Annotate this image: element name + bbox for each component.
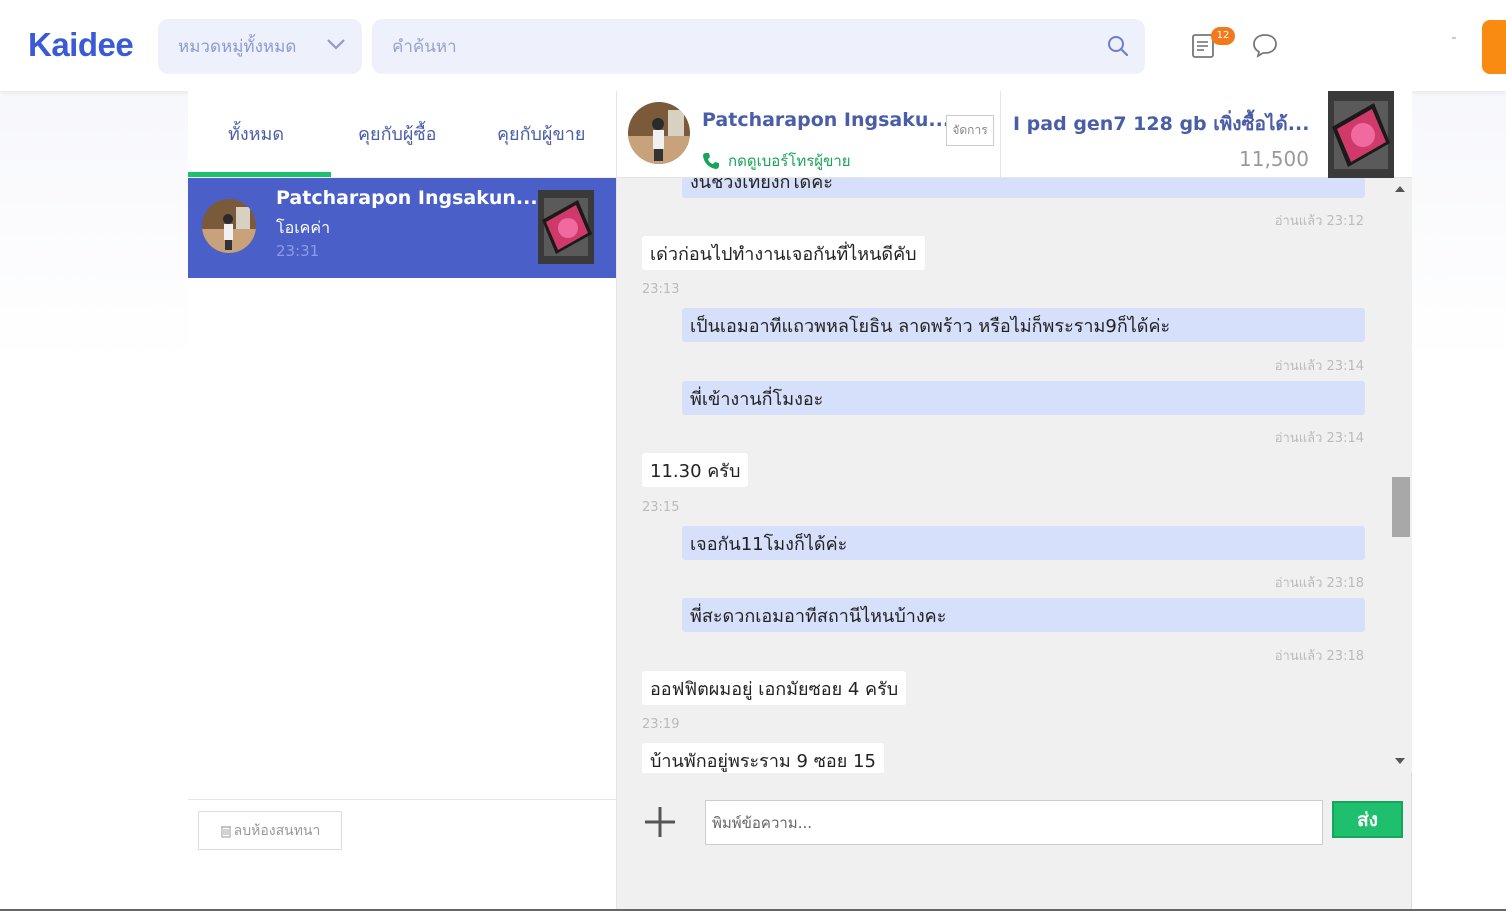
product-title[interactable]: I pad gen7 128 gb เพิ่งซื้อได้... [1013,109,1309,139]
delete-room-label: ลบห้องสนทนา [233,822,321,839]
product-thumbnail[interactable] [1328,91,1394,178]
chat-bubble-icon[interactable] [1251,31,1279,59]
message-outgoing: เจอกัน11โมงก็ได้ค่ะ [682,526,1365,560]
message-read-time: อ่านแล้ว 23:12 [1274,214,1364,229]
scroll-up-arrow-icon[interactable] [1395,186,1405,192]
tab-buyers[interactable]: คุยกับผู้ซื้อ [358,119,437,148]
conversation-last-message: โอเคค่า [276,218,331,237]
scrollbar[interactable] [1392,178,1412,773]
message-read-time: อ่านแล้ว 23:18 [1274,649,1364,664]
conversation-list-panel: ทั้งหมด คุยกับผู้ซื้อ คุยกับผู้ขาย Patch… [188,91,617,911]
message-read-time: อ่านแล้ว 23:14 [1274,359,1364,374]
message-incoming: ออฟฟิตผมอยู่ เอกมัยซอย 4 ครับ [642,671,907,705]
message-incoming: บ้านพักอยู่พระราม 9 ซอย 15 [642,743,884,773]
header-divider [1452,37,1456,39]
divider [188,799,616,800]
message-outgoing: พี่สะดวกเอมอาทีสถานีไหนบ้างคะ [682,598,1365,632]
conversation-item[interactable]: Patcharapon Ingsakun... โอเคค่า 23:31 [188,178,616,278]
message-time: 23:13 [642,282,680,297]
active-tab-indicator [188,172,331,177]
avatar [202,199,256,253]
scrollbar-thumb[interactable] [1392,477,1410,537]
message-read-time: อ่านแล้ว 23:18 [1274,576,1364,591]
divider [1000,91,1001,178]
product-thumbnail [538,190,594,264]
chat-header: Patcharapon Ingsaku... กดดูเบอร์โทรผู้ขา… [617,91,1412,178]
category-dropdown[interactable]: หมวดหมู่ทั้งหมด [158,19,362,74]
search-input[interactable]: คำค้นหา [392,33,457,60]
message-outgoing: เป็นเอมอาทีแถวพหลโยธิน ลาดพร้าว หรือไม่ก… [682,308,1365,342]
avatar[interactable] [628,102,690,164]
top-header: Kaidee หมวดหมู่ทั้งหมด คำค้นหา 12 [0,0,1506,91]
manage-button[interactable]: จัดการ [946,115,994,146]
post-ad-button[interactable] [1482,20,1506,74]
tab-sellers[interactable]: คุยกับผู้ขาย [497,119,585,148]
message-incoming: 11.30 ครับ [642,453,749,487]
message-time: 23:19 [642,717,680,732]
show-phone-link[interactable]: กดดูเบอร์โทรผู้ขาย [702,149,851,173]
message-outgoing: งั้นช่วงเที่ยงก็ได้ค่ะ [682,178,1365,198]
message-read-time: อ่านแล้ว 23:14 [1274,431,1364,446]
chevron-down-icon [327,39,345,50]
product-price: 11,500 [1239,147,1309,171]
delete-room-button[interactable]: ลบห้องสนทนา [198,811,342,850]
phone-icon [703,153,719,169]
show-phone-label: กดดูเบอร์โทรผู้ขาย [728,152,851,170]
chat-partner-name[interactable]: Patcharapon Ingsaku... [702,109,950,131]
message-incoming: เด่วก่อนไปทำงานเจอกันที่ไหนดีคับ [642,236,925,270]
category-label: หมวดหมู่ทั้งหมด [178,37,297,57]
conversation-time: 23:31 [276,242,320,260]
message-list[interactable]: งั้นช่วงเที่ยงก็ได้ค่ะ อ่านแล้ว 23:12 เด… [617,178,1392,773]
notification-badge: 12 [1211,27,1235,45]
scroll-down-arrow-icon[interactable] [1395,758,1405,764]
message-input[interactable] [705,800,1323,845]
message-time: 23:15 [642,500,680,515]
conversation-tabs: ทั้งหมด คุยกับผู้ซื้อ คุยกับผู้ขาย [188,91,616,178]
tab-all[interactable]: ทั้งหมด [228,119,284,148]
plus-icon[interactable] [643,805,677,839]
search-icon[interactable] [1107,35,1129,57]
kaidee-logo[interactable]: Kaidee [28,26,134,64]
search-box[interactable]: คำค้นหา [372,19,1145,74]
message-outgoing: พี่เข้างานกี่โมงอะ [682,381,1365,415]
conversation-name: Patcharapon Ingsakun... [276,187,538,209]
send-button[interactable]: ส่ง [1332,801,1403,838]
trash-icon [220,825,231,838]
chat-panel: Patcharapon Ingsaku... กดดูเบอร์โทรผู้ขา… [617,91,1412,911]
